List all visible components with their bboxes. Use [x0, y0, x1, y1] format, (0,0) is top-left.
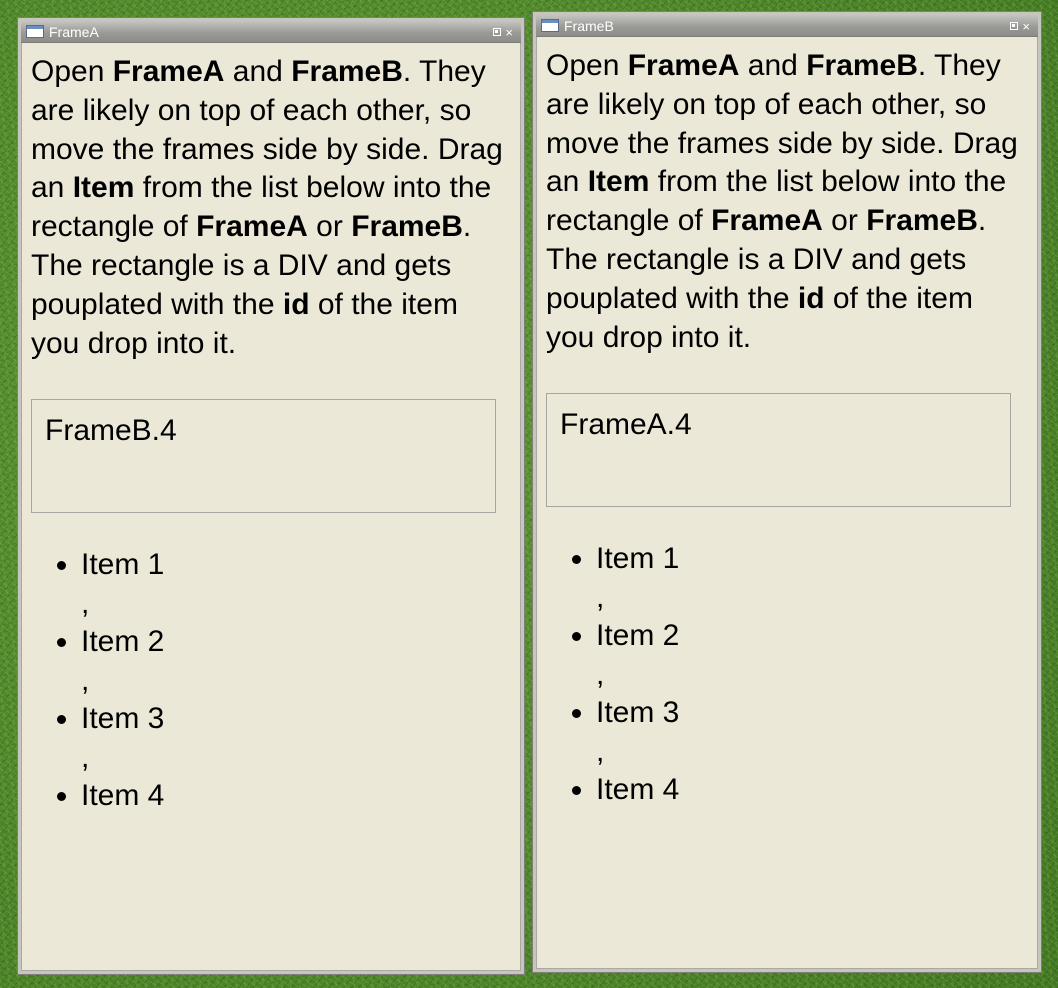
list-item-label: Item 4	[81, 779, 165, 813]
frame-b-title: FrameB	[564, 18, 614, 34]
instruction-run: and	[739, 49, 807, 82]
frame-b-titlebar[interactable]: FrameB ×	[536, 15, 1038, 37]
instruction-emphasis: FrameA	[627, 49, 740, 82]
list-item-label: Item 3	[81, 702, 165, 736]
window-icon	[541, 19, 559, 32]
window-icon	[26, 25, 44, 38]
frame-a-title-controls: ×	[493, 21, 513, 43]
frame-a-window[interactable]: FrameA × Open FrameA and FrameB. They ar…	[18, 18, 524, 974]
instruction-emphasis: FrameB	[866, 204, 978, 238]
list-item-label: Item 2	[596, 619, 680, 653]
instruction-run: Open	[31, 55, 113, 88]
instruction-emphasis: Item	[72, 171, 135, 205]
list-item-label: Item 1	[81, 548, 165, 582]
frame-a-content: Open FrameA and FrameB. They are likely …	[21, 43, 521, 815]
list-item-separator: ,	[596, 658, 605, 692]
instruction-emphasis: id	[282, 287, 310, 321]
list-item-separator: ,	[596, 735, 605, 769]
instruction-emphasis: FrameA	[711, 204, 823, 238]
instruction-emphasis: FrameB	[806, 49, 918, 82]
list-item-separator: ,	[81, 587, 90, 621]
restore-icon[interactable]	[493, 28, 502, 36]
instruction-emphasis: FrameB	[351, 210, 463, 244]
list-item-label: Item 3	[596, 696, 680, 730]
draggable-list-item[interactable]: Item 2,	[596, 617, 1038, 694]
draggable-list-item[interactable]: Item 1,	[596, 540, 1038, 617]
draggable-list-item[interactable]: Item 4	[596, 771, 1038, 809]
list-item-label: Item 2	[81, 625, 165, 659]
close-icon[interactable]: ×	[1022, 20, 1030, 33]
instruction-emphasis: FrameA	[112, 55, 225, 88]
draggable-list-item[interactable]: Item 1,	[81, 546, 521, 623]
instruction-emphasis: id	[797, 281, 825, 315]
draggable-list-item[interactable]: Item 4	[81, 777, 521, 815]
restore-icon[interactable]	[1010, 22, 1019, 30]
instruction-emphasis: FrameA	[196, 210, 308, 244]
draggable-list-item[interactable]: Item 3,	[596, 694, 1038, 771]
list-item-separator: ,	[81, 741, 90, 775]
instruction-run: and	[224, 55, 292, 88]
list-item-label: Item 4	[596, 773, 680, 807]
frame-a-titlebar[interactable]: FrameA ×	[21, 21, 521, 43]
list-item-label: Item 1	[596, 542, 680, 576]
drop-target-div[interactable]: FrameB.4	[31, 399, 496, 514]
drop-target-div[interactable]: FrameA.4	[546, 393, 1011, 508]
instruction-emphasis: FrameB	[291, 55, 403, 88]
instructions-text: Open FrameA and FrameB. They are likely …	[31, 53, 511, 363]
instruction-run: Open	[546, 49, 628, 82]
draggable-item-list: Item 1,Item 2,Item 3,Item 4	[31, 546, 521, 815]
draggable-item-list: Item 1,Item 2,Item 3,Item 4	[546, 540, 1038, 809]
instruction-emphasis: Item	[587, 165, 650, 199]
draggable-list-item[interactable]: Item 2,	[81, 623, 521, 700]
list-item-separator: ,	[81, 664, 90, 698]
frame-a-title: FrameA	[49, 24, 99, 40]
instructions-text: Open FrameA and FrameB. They are likely …	[546, 47, 1026, 357]
close-icon[interactable]: ×	[505, 26, 513, 39]
instruction-run: or	[307, 210, 352, 244]
frame-b-title-controls: ×	[1010, 15, 1030, 37]
frame-b-window[interactable]: FrameB × Open FrameA and FrameB. They ar…	[533, 12, 1041, 972]
draggable-list-item[interactable]: Item 3,	[81, 700, 521, 777]
instruction-run: or	[822, 204, 867, 238]
list-item-separator: ,	[596, 581, 605, 615]
frame-b-content: Open FrameA and FrameB. They are likely …	[536, 37, 1038, 809]
